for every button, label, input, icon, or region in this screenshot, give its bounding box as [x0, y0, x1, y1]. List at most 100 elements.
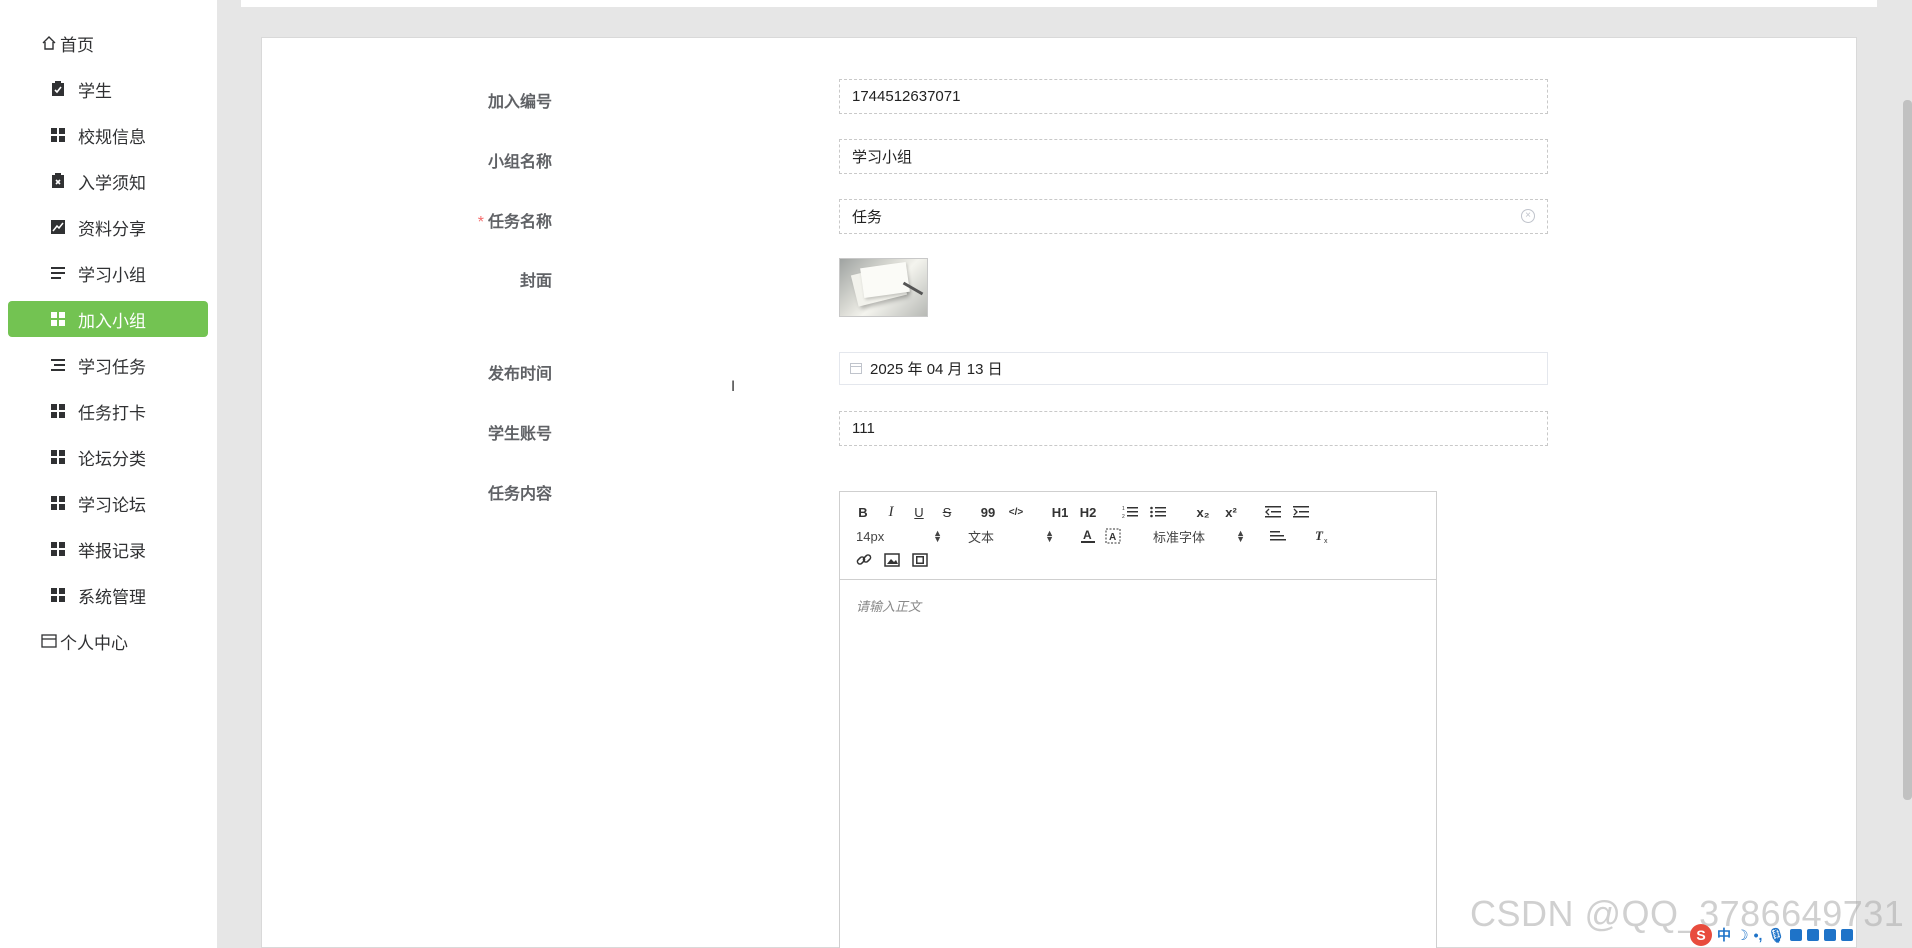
join-no-field[interactable]: 1744512637071 — [839, 79, 1548, 114]
select-arrow-icon: ▲ ▼ — [933, 528, 942, 544]
align-icon[interactable] — [1270, 527, 1286, 545]
ime-mode-label[interactable]: 中 — [1717, 925, 1731, 945]
publish-date-value: 2025 年 04 月 13 日 — [870, 361, 1003, 378]
select-arrow-icon: ▲ ▼ — [1045, 528, 1054, 544]
sidebar-item-forum-category[interactable]: 论坛分类 — [8, 439, 208, 475]
rich-text-editor[interactable]: B I U S 99 </> H1 H2 12 x₂ x² 14px ▲ ▼ 文… — [839, 491, 1437, 948]
svg-text:T: T — [1315, 528, 1324, 543]
group-name-label: 小组名称 — [487, 154, 552, 171]
sidebar-item-label: 入学须知 — [78, 173, 146, 193]
toolbox-icon[interactable] — [1841, 929, 1854, 941]
student-account-field[interactable]: 111 — [839, 411, 1548, 446]
editor-placeholder[interactable]: 请输入正文 — [856, 596, 921, 615]
font-color-icon[interactable]: A — [1080, 527, 1096, 545]
svg-text:2: 2 — [1122, 514, 1125, 519]
sidebar-item-resource-share[interactable]: 资料分享 — [8, 209, 208, 245]
scrollbar[interactable] — [1903, 100, 1912, 800]
editor-toolbar: B I U S 99 </> H1 H2 12 x₂ x² 14px ▲ ▼ 文… — [840, 492, 1436, 580]
moon-icon[interactable]: ☽ — [1736, 927, 1749, 944]
link-icon[interactable] — [856, 551, 872, 569]
cover-image[interactable] — [839, 258, 928, 317]
code-block-button[interactable]: </> — [1007, 503, 1025, 521]
grid-icon — [50, 449, 66, 465]
ime-toolbar[interactable]: S 中 ☽ •, 🎙 — [1690, 922, 1912, 948]
clear-icon[interactable]: × — [1521, 209, 1535, 223]
sidebar-item-task-checkin[interactable]: 任务打卡 — [8, 393, 208, 429]
superscript-button[interactable]: x² — [1222, 503, 1240, 521]
sidebar-item-study-task[interactable]: 学习任务 — [8, 347, 208, 383]
keyboard-icon[interactable] — [1790, 929, 1803, 941]
top-card — [241, 0, 1877, 7]
clipboard-x-icon — [50, 173, 66, 189]
sidebar-item-label: 学习小组 — [78, 265, 146, 285]
sidebar-item-student[interactable]: 学生 — [8, 71, 208, 107]
sidebar-item-study-group[interactable]: 学习小组 — [8, 255, 208, 291]
student-account-value: 111 — [852, 420, 875, 437]
italic-button[interactable]: I — [884, 503, 898, 521]
cover-label: 封面 — [519, 273, 552, 290]
sidebar-item-school-rules[interactable]: 校规信息 — [8, 117, 208, 153]
sidebar-item-join-group[interactable]: 加入小组 — [8, 301, 208, 337]
microphone-icon[interactable]: 🎙 — [1767, 927, 1785, 944]
font-size-select[interactable]: 14px ▲ ▼ — [856, 527, 942, 545]
sidebar-item-label: 学生 — [78, 81, 112, 101]
join-no-label: 加入编号 — [487, 94, 552, 111]
sogou-ime-icon[interactable]: S — [1690, 924, 1712, 946]
punctuation-icon[interactable]: •, — [1754, 927, 1763, 943]
underline-button[interactable]: U — [912, 503, 926, 521]
sidebar-item-label: 校规信息 — [78, 127, 146, 147]
sidebar-item-label: 个人中心 — [60, 633, 128, 653]
background-color-icon[interactable]: A — [1105, 527, 1121, 545]
sidebar-item-home[interactable]: 首页 — [8, 25, 208, 61]
list-icon — [50, 265, 66, 281]
grid-icon — [50, 587, 66, 603]
text-cursor-icon: I — [731, 379, 736, 395]
grid-icon — [50, 127, 66, 143]
join-no-value: 1744512637071 — [852, 88, 961, 105]
sidebar-item-label: 首页 — [60, 35, 94, 55]
trend-chart-icon — [50, 219, 66, 235]
sidebar-item-personal-center[interactable]: 个人中心 — [8, 623, 208, 659]
user-icon[interactable] — [1807, 929, 1820, 941]
clipboard-check-icon — [50, 81, 66, 97]
image-icon[interactable] — [884, 551, 900, 569]
sidebar-item-system-management[interactable]: 系统管理 — [8, 577, 208, 613]
video-icon[interactable] — [912, 551, 928, 569]
svg-text:A: A — [1083, 528, 1092, 542]
task-content-label: 任务内容 — [487, 486, 552, 503]
grid-icon — [50, 495, 66, 511]
bullet-list-icon[interactable] — [1150, 503, 1166, 521]
font-family-select[interactable]: 标准字体 ▲ ▼ — [1153, 527, 1245, 545]
skin-icon[interactable] — [1824, 929, 1837, 941]
indented-list-icon — [50, 357, 66, 373]
sidebar-item-label: 系统管理 — [78, 587, 146, 607]
text-type-value: 文本 — [968, 529, 995, 545]
task-name-field[interactable]: 任务 × — [839, 199, 1548, 234]
heading1-button[interactable]: H1 — [1050, 503, 1070, 521]
blockquote-button[interactable]: 99 — [980, 503, 996, 521]
svg-text:1: 1 — [1122, 506, 1125, 512]
sidebar-item-label: 论坛分类 — [78, 449, 146, 469]
grid-icon — [50, 541, 66, 557]
main-area: 加入编号 1744512637071 小组名称 学习小组 * 任务名称 任务 × … — [217, 0, 1912, 948]
publish-date-picker[interactable]: 2025 年 04 月 13 日 — [839, 352, 1548, 385]
font-size-value: 14px — [856, 528, 885, 544]
clear-format-icon[interactable]: Tx — [1314, 527, 1330, 545]
bold-button[interactable]: B — [856, 503, 870, 521]
subscript-button[interactable]: x₂ — [1194, 503, 1212, 521]
indent-icon[interactable] — [1293, 503, 1309, 521]
sidebar-item-label: 加入小组 — [78, 311, 146, 331]
strikethrough-button[interactable]: S — [940, 503, 954, 521]
outdent-icon[interactable] — [1265, 503, 1281, 521]
group-name-field[interactable]: 学习小组 — [839, 139, 1548, 174]
heading2-button[interactable]: H2 — [1078, 503, 1098, 521]
grid-icon — [50, 403, 66, 419]
home-icon — [41, 35, 57, 51]
sidebar-item-study-forum[interactable]: 学习论坛 — [8, 485, 208, 521]
sidebar-item-report-records[interactable]: 举报记录 — [8, 531, 208, 567]
task-name-label: * 任务名称 — [477, 214, 552, 231]
text-type-select[interactable]: 文本 ▲ ▼ — [968, 527, 1054, 545]
sidebar-item-admission-notice[interactable]: 入学须知 — [8, 163, 208, 199]
publish-time-label: 发布时间 — [487, 366, 552, 383]
ordered-list-icon[interactable]: 12 — [1122, 503, 1138, 521]
